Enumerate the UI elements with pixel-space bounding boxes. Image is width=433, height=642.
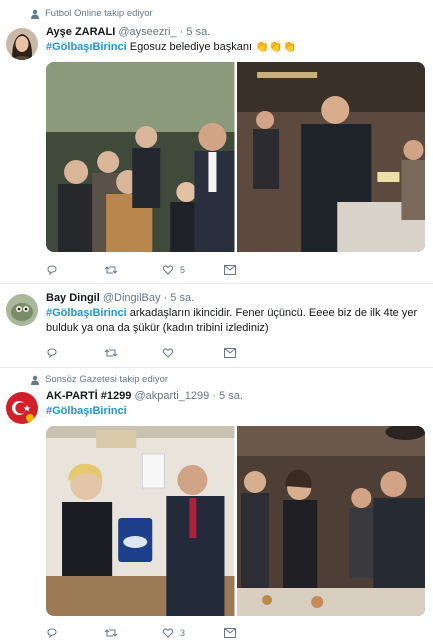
separator-dot: · bbox=[163, 292, 168, 304]
user-handle[interactable]: @akparti_1299 bbox=[134, 390, 209, 402]
photo-left[interactable] bbox=[46, 426, 235, 616]
tweet-header: Ayşe ZARALI @ayseezri_ · 5 sa. bbox=[46, 26, 210, 38]
photo-right[interactable] bbox=[236, 426, 425, 616]
separator-dot: · bbox=[179, 26, 184, 38]
reply-button[interactable] bbox=[46, 627, 104, 639]
dm-button[interactable] bbox=[224, 628, 236, 638]
person-icon bbox=[31, 375, 39, 385]
tweet-actions: 5 bbox=[46, 263, 246, 277]
person-icon bbox=[31, 9, 39, 19]
photo-left[interactable] bbox=[46, 62, 235, 252]
tweet-1[interactable]: Futbol Online takip ediyor Ayşe ZARALI @… bbox=[0, 0, 433, 284]
timestamp[interactable]: 5 sa. bbox=[170, 292, 194, 304]
separator-dot: · bbox=[212, 390, 216, 402]
avatar[interactable] bbox=[6, 392, 38, 424]
photo-right[interactable] bbox=[236, 62, 425, 252]
tweet-actions bbox=[46, 346, 246, 360]
reply-icon bbox=[47, 628, 57, 639]
clapping-emoji: 👏👏👏 bbox=[255, 41, 297, 53]
timestamp[interactable]: 5 sa. bbox=[186, 26, 210, 38]
hashtag-link[interactable]: #GölbaşıBirinci bbox=[46, 405, 127, 417]
follow-context: Sonsöz Gazetesi takip ediyor bbox=[30, 374, 168, 385]
retweet-icon bbox=[104, 266, 118, 274]
like-count: 5 bbox=[180, 265, 186, 275]
heart-icon bbox=[162, 628, 174, 638]
hashtag-link[interactable]: #GölbaşıBirinci bbox=[46, 307, 127, 319]
user-handle[interactable]: @ayseezri_ bbox=[118, 26, 176, 38]
reply-button[interactable] bbox=[46, 347, 104, 359]
retweet-button[interactable] bbox=[104, 264, 162, 276]
envelope-icon bbox=[224, 265, 236, 275]
like-button[interactable] bbox=[162, 347, 224, 359]
dm-button[interactable] bbox=[224, 265, 236, 275]
display-name[interactable]: AK-PARTİ #1299 bbox=[46, 390, 131, 402]
tweet-text: #GölbaşıBirinci arkadaşların ikincidir. … bbox=[46, 306, 425, 336]
retweet-button[interactable] bbox=[104, 627, 162, 639]
retweet-icon bbox=[104, 349, 118, 357]
timestamp[interactable]: 5 sa. bbox=[219, 390, 243, 402]
tweet-text-content: Egosuz belediye başkanı bbox=[126, 41, 256, 53]
retweet-icon bbox=[104, 629, 118, 637]
like-count: 3 bbox=[180, 628, 186, 638]
follow-context-text: Sonsöz Gazetesi takip ediyor bbox=[45, 374, 169, 385]
tweet-media[interactable] bbox=[46, 426, 425, 616]
hashtag-link[interactable]: #GölbaşıBirinci bbox=[46, 41, 127, 53]
tweet-2[interactable]: Bay Dingil @DingilBay · 5 sa. #GölbaşıBi… bbox=[0, 284, 433, 368]
reply-button[interactable] bbox=[46, 264, 104, 276]
follow-context-text: Futbol Online takip ediyor bbox=[45, 8, 153, 19]
reply-icon bbox=[47, 265, 57, 276]
tweet-3[interactable]: Sonsöz Gazetesi takip ediyor AK-PARTİ #1… bbox=[0, 368, 433, 642]
reply-icon bbox=[47, 348, 57, 359]
like-button[interactable]: 3 bbox=[162, 627, 224, 639]
display-name[interactable]: Ayşe ZARALI bbox=[46, 26, 115, 38]
user-handle[interactable]: @DingilBay bbox=[103, 292, 161, 304]
heart-icon bbox=[162, 348, 174, 358]
tweet-header: AK-PARTİ #1299 @akparti_1299 · 5 sa. bbox=[46, 390, 243, 402]
dm-button[interactable] bbox=[224, 348, 236, 358]
avatar[interactable] bbox=[6, 294, 38, 326]
envelope-icon bbox=[224, 628, 236, 638]
tweet-header: Bay Dingil @DingilBay · 5 sa. bbox=[46, 292, 194, 304]
display-name[interactable]: Bay Dingil bbox=[46, 292, 100, 304]
heart-icon bbox=[162, 265, 174, 275]
retweet-button[interactable] bbox=[104, 347, 162, 359]
tweet-text: #GölbaşıBirinci bbox=[46, 404, 425, 419]
tweet-media[interactable] bbox=[46, 62, 425, 252]
envelope-icon bbox=[224, 348, 236, 358]
tweet-actions: 3 bbox=[46, 626, 246, 640]
follow-context: Futbol Online takip ediyor bbox=[30, 8, 153, 19]
like-button[interactable]: 5 bbox=[162, 264, 224, 276]
avatar[interactable] bbox=[6, 28, 38, 60]
tweet-text: #GölbaşıBirinci Egosuz belediye başkanı … bbox=[46, 40, 425, 55]
